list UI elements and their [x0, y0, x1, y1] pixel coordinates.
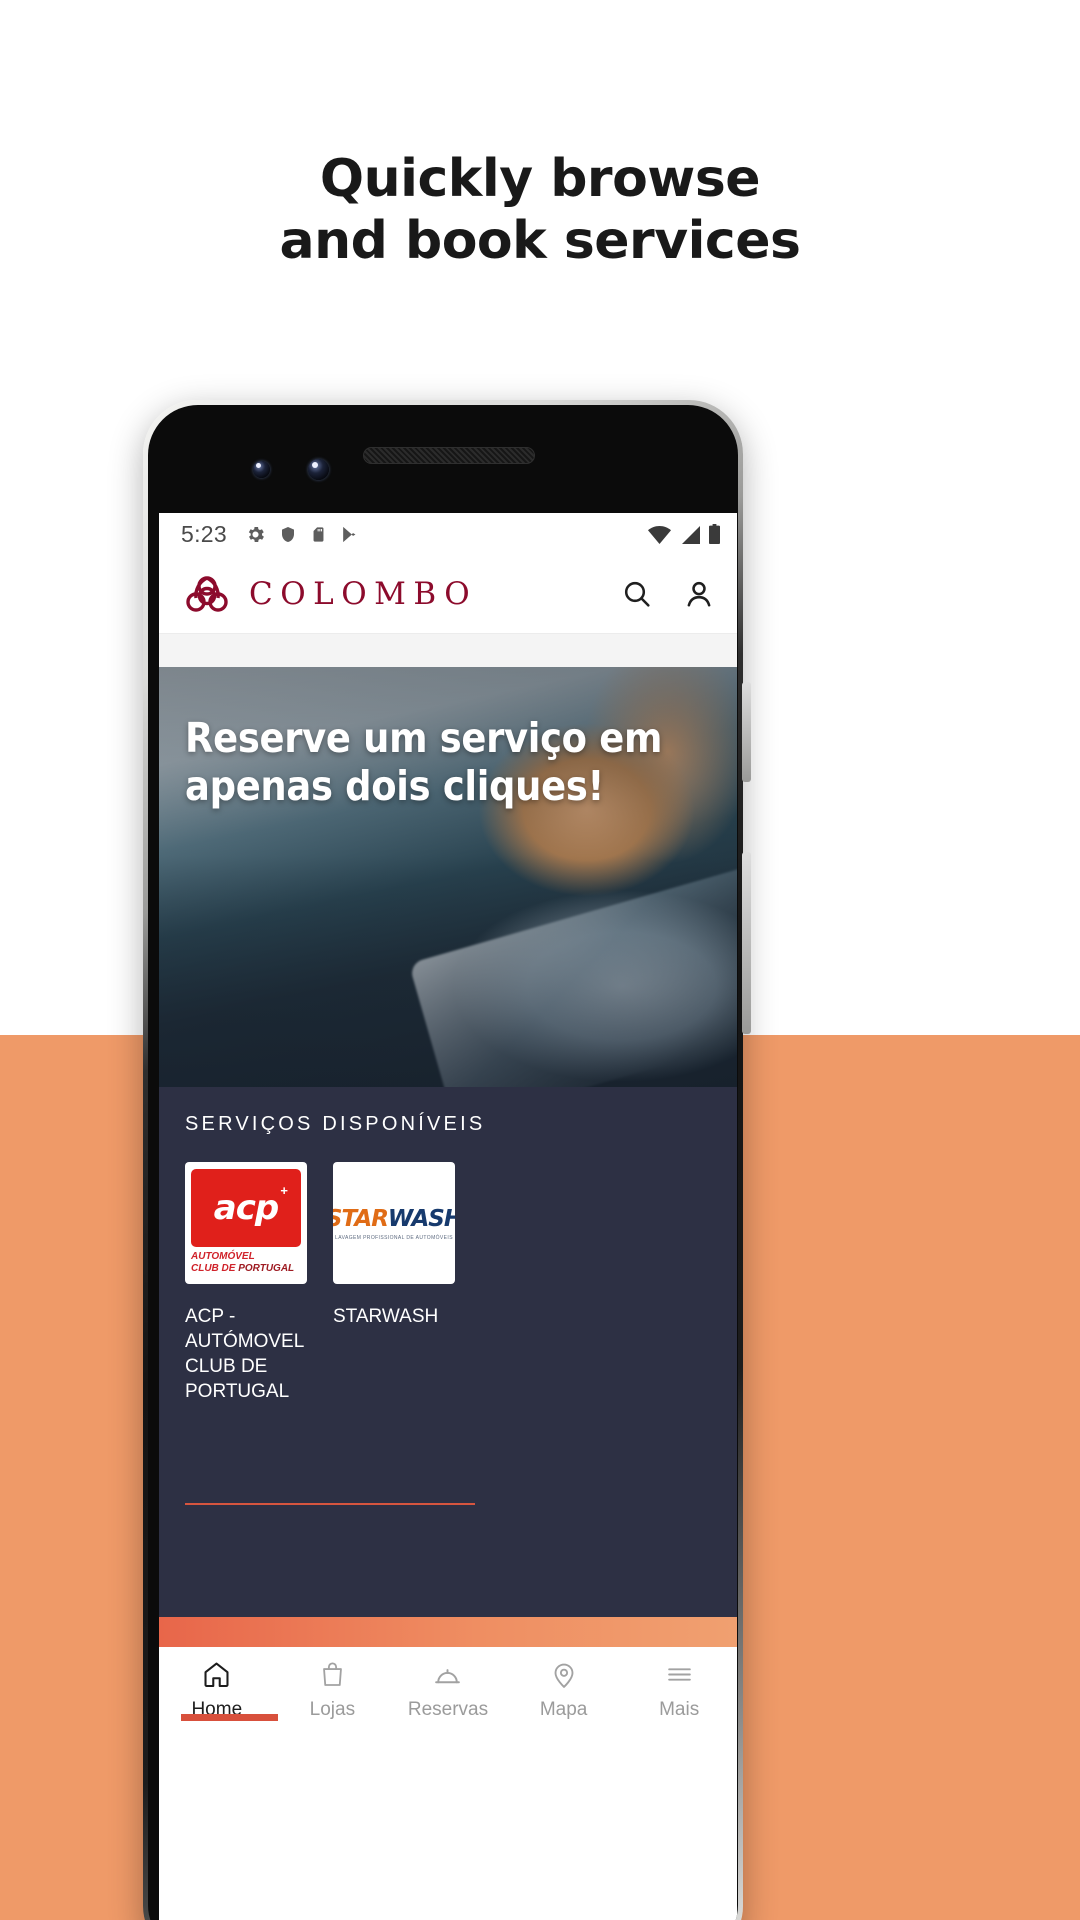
- header-divider-strip: [159, 633, 737, 667]
- phone-screen-bezel: 5:23 COLOMBO Reserve um serviço em apena…: [148, 405, 738, 1920]
- acp-logo-subtitle-line-1: AUTOMÓVEL: [191, 1251, 255, 1262]
- services-section-title: SERVIÇOS DISPONÍVEIS: [185, 1113, 486, 1135]
- colombo-knot-logo-icon: [186, 576, 228, 612]
- nav-label: Reservas: [407, 1699, 489, 1720]
- nav-label: Mais: [659, 1699, 700, 1720]
- app-top-bar: COLOMBO: [159, 555, 737, 633]
- bottom-navigation-bar: Home Lojas Reservas Mapa Mais: [159, 1647, 737, 1744]
- acp-logo-word: acp: [213, 1188, 279, 1228]
- headline-line-1: Quickly browse: [319, 149, 761, 209]
- acp-logo-plus-icon: +: [280, 1183, 288, 1198]
- hero-title: Reserve um serviço em apenas dois clique…: [185, 714, 707, 810]
- promo-headline: Quickly browse and book services: [0, 148, 1080, 273]
- acp-logo: acp + AUTOMÓVEL CLUB DE PORTUGAL: [185, 1162, 307, 1284]
- shield-icon: [281, 526, 294, 542]
- services-section: SERVIÇOS DISPONÍVEIS acp + AUTOMÓVEL CLU…: [159, 1087, 737, 1617]
- wifi-icon: [648, 525, 671, 544]
- shopping-bag-icon: [318, 1659, 347, 1690]
- brand-name: COLOMBO: [249, 576, 478, 612]
- service-name: ACP - AUTÓMOVEL CLUB DE PORTUGAL: [185, 1306, 304, 1403]
- status-bar-notification-icons: [245, 524, 359, 545]
- nav-safe-area: [159, 1744, 737, 1766]
- accent-band: [159, 1617, 737, 1647]
- hero-title-line-2: apenas dois cliques!: [185, 761, 605, 810]
- app-screen: 5:23 COLOMBO Reserve um serviço em apena…: [159, 513, 737, 1920]
- sd-card-icon: [313, 526, 324, 542]
- status-bar-system-icons: [647, 523, 721, 545]
- status-bar: 5:23: [159, 513, 737, 555]
- front-camera-icon: [253, 461, 270, 478]
- cellular-signal-icon: [682, 525, 700, 544]
- service-name: STARWASH: [333, 1306, 439, 1327]
- home-icon: [201, 1659, 232, 1690]
- nav-item-reservas[interactable]: Reservas: [390, 1659, 506, 1721]
- service-card-list: acp + AUTOMÓVEL CLUB DE PORTUGAL ACP - A…: [185, 1162, 711, 1404]
- bell-icon: [432, 1659, 463, 1690]
- play-store-icon: [343, 526, 356, 542]
- service-card-acp[interactable]: acp + AUTOMÓVEL CLUB DE PORTUGAL ACP - A…: [185, 1162, 307, 1404]
- front-camera-secondary-icon: [308, 459, 329, 480]
- battery-icon: [709, 523, 720, 544]
- acp-logo-badge: acp +: [191, 1169, 301, 1247]
- menu-icon: [664, 1659, 695, 1690]
- search-icon[interactable]: [621, 578, 653, 610]
- phone-top-bezel: [148, 405, 738, 513]
- gear-icon: [248, 526, 264, 542]
- services-divider: [185, 1503, 475, 1505]
- acp-logo-subtitle-line-2: CLUB DE PORTUGAL: [191, 1262, 295, 1274]
- account-icon[interactable]: [683, 578, 715, 610]
- starwash-logo: STARWASH LAVAGEM PROFISSIONAL DE AUTOMÓV…: [333, 1162, 455, 1284]
- status-bar-clock: 5:23: [181, 520, 227, 547]
- nav-item-mais[interactable]: Mais: [621, 1659, 737, 1721]
- phone-side-button-volume: [742, 852, 751, 1034]
- phone-mockup: 5:23 COLOMBO Reserve um serviço em apena…: [143, 400, 751, 1920]
- map-pin-icon: [549, 1659, 579, 1690]
- app-bar-actions: [621, 578, 715, 610]
- brand-logo[interactable]: COLOMBO: [181, 572, 477, 616]
- nav-item-lojas[interactable]: Lojas: [275, 1659, 391, 1721]
- earpiece-speaker-icon: [363, 447, 535, 464]
- nav-item-home[interactable]: Home: [159, 1659, 278, 1721]
- starwash-logo-inner: STARWASH LAVAGEM PROFISSIONAL DE AUTOMÓV…: [333, 1206, 455, 1241]
- acp-logo-subtitle: AUTOMÓVEL CLUB DE PORTUGAL: [191, 1251, 301, 1275]
- nav-label: Mapa: [539, 1699, 588, 1720]
- nav-active-indicator: [181, 1714, 278, 1721]
- phone-side-button-power: [742, 682, 751, 782]
- headline-line-2: and book services: [279, 211, 801, 272]
- service-card-starwash[interactable]: STARWASH LAVAGEM PROFISSIONAL DE AUTOMÓV…: [333, 1162, 455, 1404]
- starwash-logo-subtitle: LAVAGEM PROFISSIONAL DE AUTOMÓVEIS: [335, 1234, 453, 1241]
- nav-item-mapa[interactable]: Mapa: [506, 1659, 622, 1721]
- nav-label: Lojas: [309, 1699, 356, 1720]
- hero-title-line-1: Reserve um serviço em: [185, 714, 663, 762]
- hero-banner[interactable]: Reserve um serviço em apenas dois clique…: [159, 667, 737, 1087]
- starwash-logo-word: STARWASH: [333, 1205, 455, 1232]
